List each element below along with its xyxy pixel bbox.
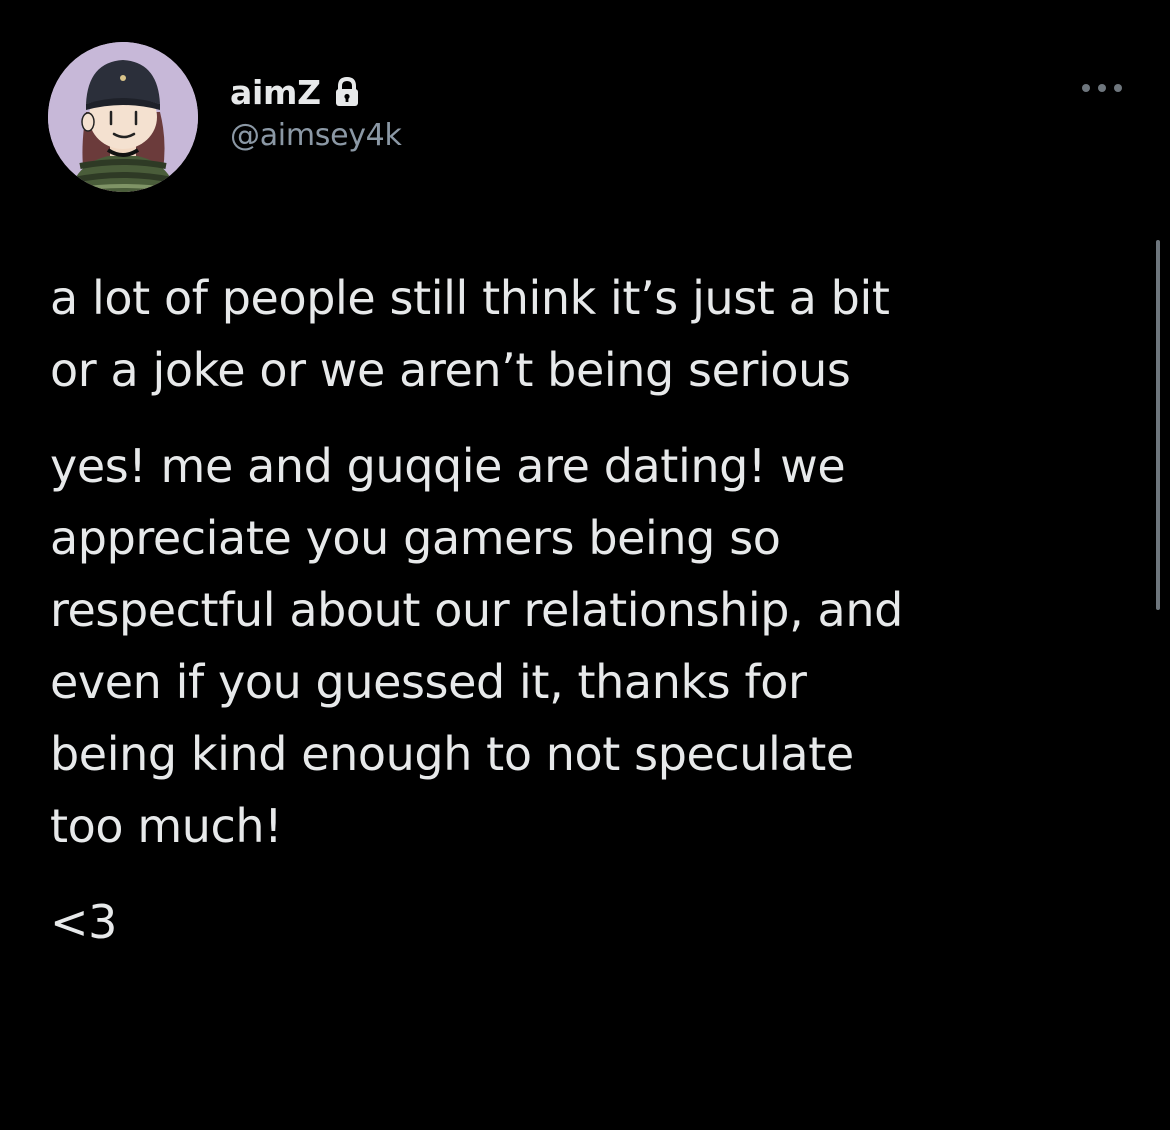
display-name[interactable]: aimZ xyxy=(230,73,321,112)
more-dots-icon xyxy=(1082,84,1122,92)
tweet-text: a lot of people still think it’s just a … xyxy=(50,262,1140,982)
tweet-paragraph-2: yes! me and guqqie are dating! we apprec… xyxy=(50,439,903,853)
avatar[interactable] xyxy=(48,42,198,192)
display-name-row: aimZ xyxy=(230,70,402,114)
avatar-illustration-icon xyxy=(48,42,198,192)
user-handle[interactable]: @aimsey4k xyxy=(230,118,402,153)
tweet-card: aimZ @aimsey4k a lot of people still thi… xyxy=(0,0,1170,1130)
more-options-button[interactable] xyxy=(1076,70,1128,106)
tweet-paragraph-3: <3 xyxy=(50,895,118,949)
tweet-paragraph-1: a lot of people still think it’s just a … xyxy=(50,271,890,397)
author-names: aimZ @aimsey4k xyxy=(230,70,402,154)
lock-icon xyxy=(333,76,361,108)
scrollbar[interactable] xyxy=(1156,240,1160,610)
tweet-header: aimZ @aimsey4k xyxy=(48,42,1128,192)
